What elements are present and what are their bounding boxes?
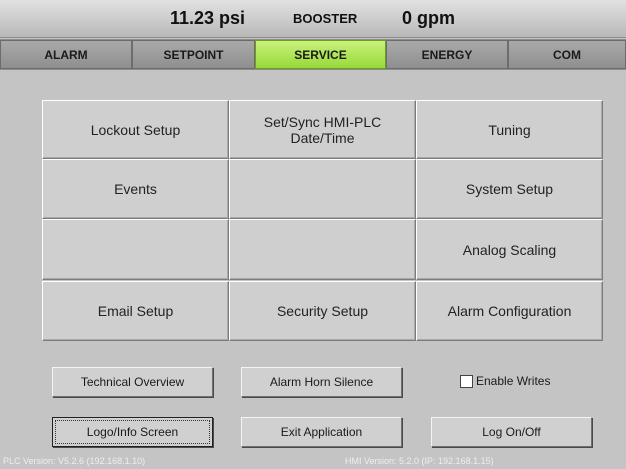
mode-label: BOOSTER xyxy=(293,11,358,26)
alarm-horn-silence-button[interactable]: Alarm Horn Silence xyxy=(241,367,402,397)
events-button[interactable]: Events xyxy=(42,159,229,219)
hmi-version-text: HMI Version: 5.2.0 (IP: 192.168.1.15) xyxy=(345,456,494,466)
email-setup-button[interactable]: Email Setup xyxy=(42,281,229,341)
main-tabs: ALARM SETPOINT SERVICE ENERGY COM xyxy=(0,39,626,70)
status-bar: 11.23 psi BOOSTER 0 gpm xyxy=(0,0,626,38)
tab-energy[interactable]: ENERGY xyxy=(386,40,508,69)
enable-writes-label: Enable Writes xyxy=(476,374,551,388)
security-setup-button[interactable]: Security Setup xyxy=(229,281,416,341)
plc-version-text: PLC Version: V5.2.6 (192.168.1.10) xyxy=(3,456,146,466)
tab-alarm[interactable]: ALARM xyxy=(0,40,132,69)
pressure-readout: 11.23 psi xyxy=(170,8,246,28)
exit-application-button[interactable]: Exit Application xyxy=(241,417,402,447)
alarm-configuration-button[interactable]: Alarm Configuration xyxy=(416,281,603,341)
flow-readout: 0 gpm xyxy=(402,8,456,28)
set-sync-datetime-button[interactable]: Set/Sync HMI-PLC Date/Time xyxy=(229,100,416,159)
blank-grid-button-3[interactable] xyxy=(229,219,416,280)
lockout-setup-button[interactable]: Lockout Setup xyxy=(42,100,229,159)
enable-writes-checkbox[interactable] xyxy=(460,374,473,388)
logo-info-screen-button[interactable]: Logo/Info Screen xyxy=(52,417,213,447)
system-setup-button[interactable]: System Setup xyxy=(416,159,603,219)
analog-scaling-button[interactable]: Analog Scaling xyxy=(416,219,603,280)
tab-setpoint[interactable]: SETPOINT xyxy=(132,40,255,69)
blank-grid-button-2[interactable] xyxy=(42,219,229,280)
blank-grid-button-1[interactable] xyxy=(229,159,416,219)
tab-com[interactable]: COM xyxy=(508,40,626,69)
tab-service[interactable]: SERVICE xyxy=(255,40,386,69)
enable-writes-control[interactable]: Enable Writes xyxy=(460,373,550,389)
technical-overview-button[interactable]: Technical Overview xyxy=(52,367,213,397)
log-on-off-button[interactable]: Log On/Off xyxy=(431,417,592,447)
tuning-button[interactable]: Tuning xyxy=(416,100,603,159)
